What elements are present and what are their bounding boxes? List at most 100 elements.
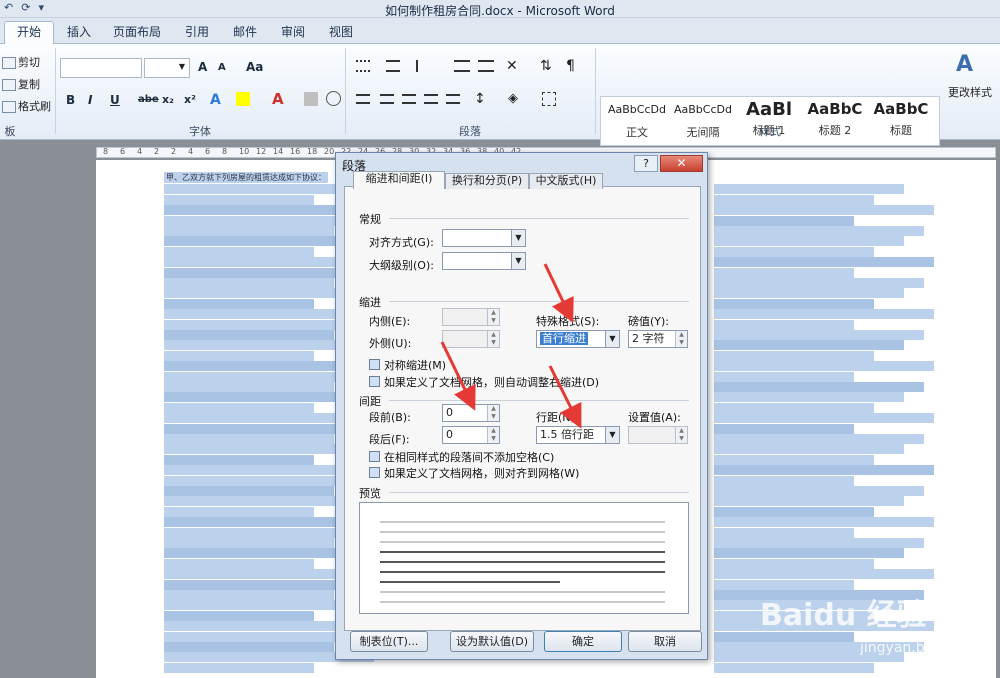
tab-home[interactable]: 开始: [4, 21, 54, 45]
spinner-icon[interactable]: ▲ ▼: [675, 331, 687, 347]
ruler-tick: 6: [205, 147, 211, 156]
copy-label: 复制: [18, 78, 40, 91]
numbering-icon[interactable]: [386, 60, 400, 72]
line-spacing-select[interactable]: 1.5 倍行距 ▼: [536, 426, 620, 444]
alignment-select[interactable]: ▼: [442, 229, 526, 247]
bullets-icon[interactable]: [356, 60, 370, 72]
no-space-checkbox[interactable]: 在相同样式的段落间不添加空格(C): [369, 449, 554, 465]
help-button[interactable]: ?: [634, 155, 658, 172]
by-value: 2 字符: [632, 332, 665, 345]
increase-indent-icon[interactable]: [478, 60, 494, 72]
change-styles-icon[interactable]: A: [956, 52, 973, 77]
sort-icon[interactable]: ⇅: [540, 58, 552, 74]
ok-button[interactable]: 确定: [544, 631, 622, 652]
selected-text-line: [164, 402, 314, 413]
right-indent-input[interactable]: ▲ ▼: [442, 330, 500, 348]
spinner-icon[interactable]: ▲ ▼: [487, 309, 499, 325]
outline-level-label: 大纲级别(O):: [369, 259, 434, 272]
selected-text-line: [164, 538, 334, 548]
cancel-button[interactable]: 取消: [628, 631, 702, 652]
tab-mailings[interactable]: 邮件: [224, 22, 266, 44]
mirror-indent-checkbox[interactable]: 对称缩进(M): [369, 357, 446, 373]
distributed-icon[interactable]: [446, 94, 460, 104]
style-sample: AaBbCcDd: [608, 103, 666, 116]
highlight-icon[interactable]: [236, 92, 250, 106]
outline-level-select[interactable]: ▼: [442, 252, 526, 270]
spinner-icon[interactable]: ▲ ▼: [675, 427, 687, 443]
space-before-label: 段前(B):: [369, 411, 411, 424]
justify-icon[interactable]: [424, 94, 438, 104]
tab-review[interactable]: 审阅: [272, 22, 314, 44]
chinese-layout-icon[interactable]: ✕: [506, 58, 518, 74]
text-effects-icon[interactable]: A: [210, 92, 221, 108]
divider: [389, 400, 689, 401]
set-default-button[interactable]: 设为默认值(D): [450, 631, 534, 652]
selected-text-line: [714, 434, 924, 444]
selected-text-line: [164, 194, 314, 205]
align-left-icon[interactable]: [356, 94, 370, 104]
title-bar: ↶ ⟳ ▾ 如何制作租房合同.docx - Microsoft Word: [0, 0, 1000, 18]
dialog-body: 缩进和间距(I) 换行和分页(P) 中文版式(H) 常规 对齐方式(G): ▼ …: [344, 171, 701, 631]
copy-button[interactable]: 复制: [2, 76, 40, 92]
font-color-icon[interactable]: A: [272, 90, 284, 108]
space-after-input[interactable]: 0 ▲ ▼: [442, 426, 500, 444]
superscript-button[interactable]: x²: [184, 93, 196, 106]
ruler-tick: 10: [239, 147, 250, 156]
tab-asian-typography[interactable]: 中文版式(H): [529, 173, 603, 189]
selected-text-line: [164, 423, 344, 434]
strikethrough-button[interactable]: abe: [138, 94, 159, 105]
spinner-icon[interactable]: ▲ ▼: [487, 405, 499, 421]
font-size-dropdown[interactable]: ▼: [144, 58, 190, 78]
shading-icon[interactable]: ◈: [508, 91, 518, 106]
tab-insert[interactable]: 插入: [58, 22, 100, 44]
char-shading-icon[interactable]: [304, 92, 318, 106]
line-spacing-icon[interactable]: ↕: [474, 91, 486, 107]
borders-icon[interactable]: [542, 92, 556, 106]
special-indent-select[interactable]: 首行缩进 ▼: [536, 330, 620, 348]
cut-button[interactable]: 剪切: [2, 54, 40, 70]
preview-line: [380, 571, 665, 573]
tab-references[interactable]: 引用: [176, 22, 218, 44]
preview-line: [380, 531, 665, 533]
align-center-icon[interactable]: [380, 94, 394, 104]
by-input[interactable]: 2 字符 ▲ ▼: [628, 330, 688, 348]
subscript-button[interactable]: x₂: [162, 93, 174, 106]
selected-text-line: [714, 662, 874, 673]
multilevel-list-icon[interactable]: [416, 60, 430, 72]
italic-button[interactable]: I: [88, 93, 92, 107]
align-right-icon[interactable]: [402, 94, 416, 104]
tab-line-page-breaks[interactable]: 换行和分页(P): [445, 173, 529, 189]
selected-text-line: [164, 309, 364, 320]
tab-page-layout[interactable]: 页面布局: [106, 22, 168, 44]
space-before-value: 0: [446, 406, 453, 419]
close-button[interactable]: ✕: [660, 155, 703, 172]
spinner-icon[interactable]: ▲ ▼: [487, 427, 499, 443]
tabs-button[interactable]: 制表位(T)...: [350, 631, 428, 652]
watermark-url: jingyan.baidu.com: [860, 640, 990, 656]
underline-button[interactable]: U: [110, 93, 120, 107]
left-indent-input[interactable]: ▲ ▼: [442, 308, 500, 326]
selected-text-line: [164, 642, 334, 652]
styles-group-label: 样式: [759, 125, 781, 138]
enclosed-char-icon[interactable]: [326, 91, 341, 106]
grow-font-button[interactable]: A: [198, 60, 207, 74]
change-styles-button[interactable]: 更改样式: [948, 84, 992, 100]
tab-view[interactable]: 视图: [320, 22, 362, 44]
spinner-icon[interactable]: ▲ ▼: [487, 331, 499, 347]
tab-indent-spacing[interactable]: 缩进和间距(I): [353, 171, 445, 189]
show-marks-icon[interactable]: ¶: [566, 58, 575, 74]
selected-text-line: [714, 350, 874, 361]
at-input[interactable]: ▲ ▼: [628, 426, 688, 444]
decrease-indent-icon[interactable]: [454, 60, 470, 72]
shrink-font-button[interactable]: A: [218, 62, 226, 73]
snap-grid-checkbox[interactable]: 如果定义了文档网格，则对齐到网格(W): [369, 465, 579, 481]
bold-button[interactable]: B: [66, 93, 75, 107]
selected-text-line: [714, 486, 924, 496]
format-painter-button[interactable]: 格式刷: [2, 98, 51, 114]
change-case-button[interactable]: Aa: [246, 60, 263, 74]
font-name-dropdown[interactable]: [60, 58, 142, 78]
space-before-input[interactable]: 0 ▲ ▼: [442, 404, 500, 422]
auto-adjust-checkbox[interactable]: 如果定义了文档网格，则自动调整右缩进(D): [369, 374, 599, 390]
selected-text-line: [714, 184, 904, 195]
selected-text-line: [714, 236, 904, 247]
